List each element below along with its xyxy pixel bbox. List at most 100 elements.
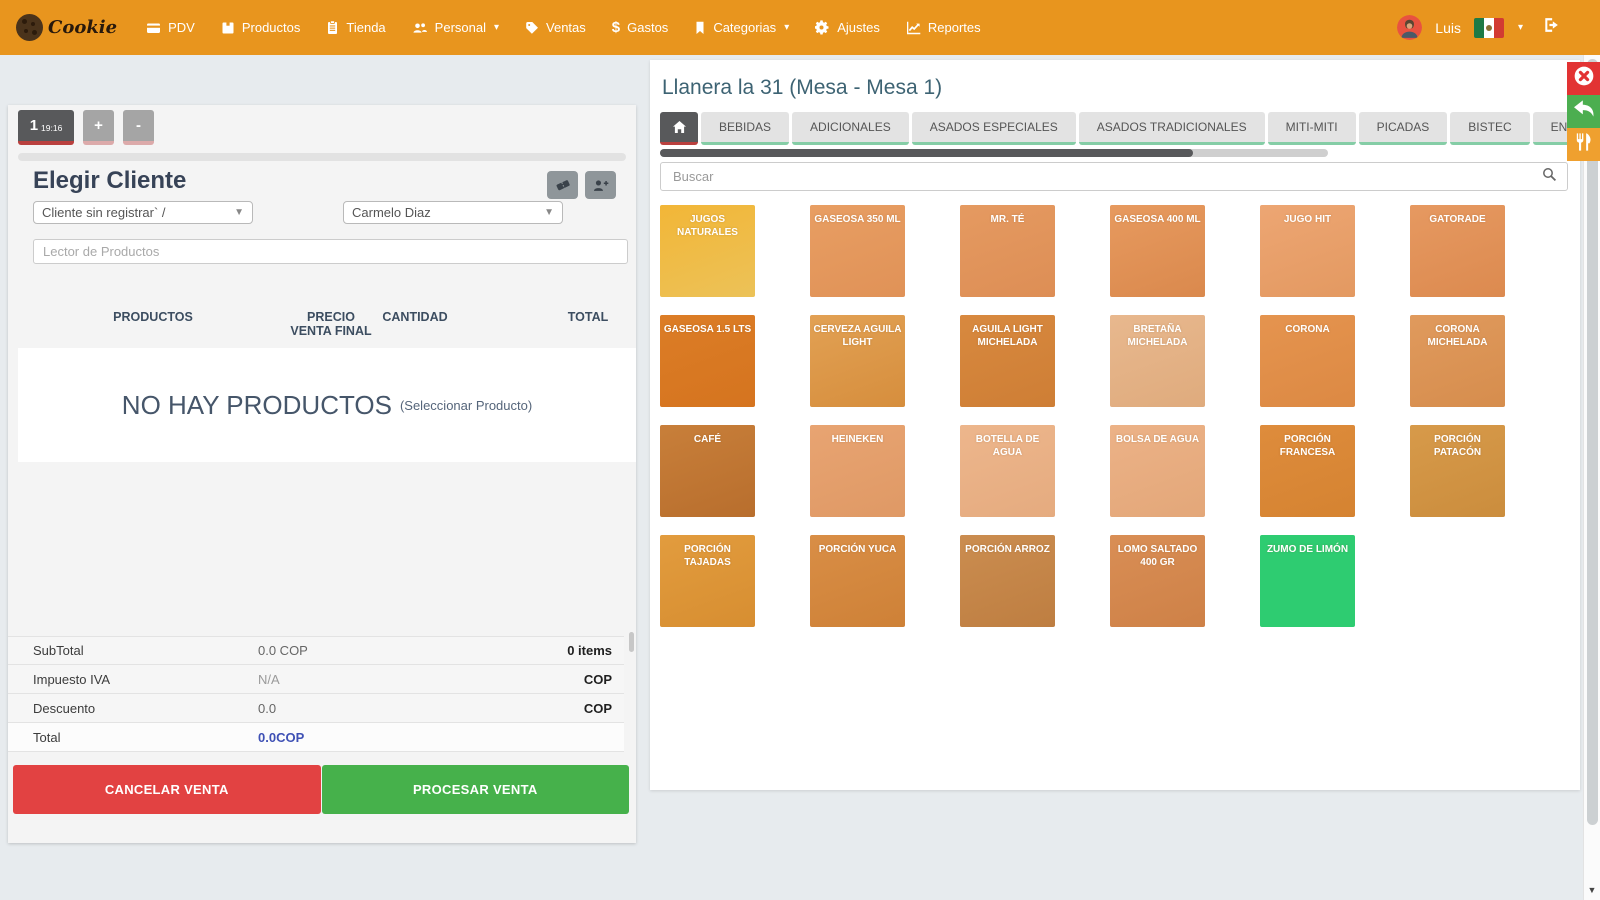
totals-label: Descuento: [33, 701, 258, 716]
product-card-gaseosa-1-5-lts[interactable]: GASEOSA 1.5 LTS: [660, 315, 755, 407]
category-tabs-scrollbar-thumb[interactable]: [660, 149, 1193, 157]
product-card-gatorade[interactable]: GATORADE: [1410, 205, 1505, 297]
product-name: LOMO SALTADO 400 GR: [1110, 544, 1205, 627]
client-select[interactable]: Cliente sin registrar` / ▼: [33, 201, 253, 224]
product-card-heineken[interactable]: HEINEKEN: [810, 425, 905, 517]
chart-line-icon: [906, 21, 921, 35]
back-button[interactable]: [1567, 95, 1600, 128]
product-card-jugo-hit[interactable]: JUGO HIT: [1260, 205, 1355, 297]
product-card-porción-patacón[interactable]: PORCIÓN PATACÓN: [1410, 425, 1505, 517]
totals-right-value: COP: [584, 672, 612, 687]
sale-tab-time: 19:16: [41, 123, 62, 133]
sale-tabs-scrollbar[interactable]: [18, 153, 626, 161]
product-card-jugos-naturales[interactable]: JUGOS NATURALES: [660, 205, 755, 297]
nav-item-ventas[interactable]: Ventas: [512, 0, 599, 55]
product-name: BRETAÑA MICHELADA: [1110, 324, 1205, 407]
mexico-flag-icon[interactable]: [1474, 18, 1504, 38]
nav-item-tienda[interactable]: Tienda: [313, 0, 398, 55]
utensils-icon: [1574, 132, 1594, 157]
cancel-sale-button[interactable]: CANCELAR VENTA: [13, 765, 321, 814]
column-header: PRODUCTOS: [38, 311, 268, 325]
chevron-down-icon: ▾: [494, 22, 499, 33]
product-reader-input[interactable]: [33, 239, 628, 264]
nav-item-categorias[interactable]: Categorias▾: [681, 0, 802, 55]
users-icon: [412, 21, 428, 35]
sale-panel-scrollbar-thumb[interactable]: [629, 632, 634, 652]
add-client-button[interactable]: [585, 171, 616, 199]
product-name: MR. TÉ: [989, 214, 1027, 297]
totals-right-value: COP: [584, 701, 612, 716]
product-card-lomo-saltado-400-gr[interactable]: LOMO SALTADO 400 GR: [1110, 535, 1205, 627]
product-name: CAFÉ: [692, 434, 723, 517]
box-icon: [221, 21, 235, 35]
product-card-corona[interactable]: CORONA: [1260, 315, 1355, 407]
category-tab-asados-tradicionales[interactable]: ASADOS TRADICIONALES: [1079, 112, 1265, 145]
search-icon[interactable]: [1542, 167, 1557, 187]
close-sale-button[interactable]: [1567, 62, 1600, 95]
search-input[interactable]: [671, 168, 1542, 185]
category-tab-home[interactable]: [660, 112, 698, 145]
user-avatar[interactable]: [1397, 15, 1422, 40]
user-name[interactable]: Luis: [1435, 20, 1461, 36]
product-card-café[interactable]: CAFÉ: [660, 425, 755, 517]
product-card-gaseosa-350-ml[interactable]: GASEOSA 350 ML: [810, 205, 905, 297]
nav-item-ajustes[interactable]: Ajustes: [802, 0, 893, 55]
product-card-porción-arroz[interactable]: PORCIÓN ARROZ: [960, 535, 1055, 627]
totals-label: Impuesto IVA: [33, 672, 258, 687]
category-tab-miti-miti[interactable]: MITI-MITI: [1268, 112, 1356, 145]
product-name: JUGO HIT: [1282, 214, 1333, 297]
nav-item-label: Reportes: [928, 20, 981, 35]
nav-item-label: Tienda: [346, 20, 385, 35]
product-card-gaseosa-400-ml[interactable]: GASEOSA 400 ML: [1110, 205, 1205, 297]
scrollbar-down-arrow-icon[interactable]: ▼: [1584, 885, 1600, 895]
tables-button[interactable]: [1567, 128, 1600, 161]
category-tab-picadas[interactable]: PICADAS: [1359, 112, 1448, 145]
product-grid: JUGOS NATURALES GASEOSA 350 ML MR. TÉ GASEO…: [660, 205, 1505, 627]
page-scrollbar-thumb[interactable]: [1587, 59, 1598, 825]
nav-item-productos[interactable]: Productos: [208, 0, 314, 55]
nav-item-label: Ventas: [546, 20, 586, 35]
sale-tab-1[interactable]: 1 19:16: [18, 110, 74, 145]
product-card-porción-tajadas[interactable]: PORCIÓN TAJADAS: [660, 535, 755, 627]
brand-logo[interactable]: Cookie: [16, 14, 117, 41]
product-name: JUGOS NATURALES: [660, 214, 755, 297]
product-card-aguila-light-michelada[interactable]: AGUILA LIGHT MICHELADA: [960, 315, 1055, 407]
nav-item-pdv[interactable]: PDV: [133, 0, 208, 55]
category-tab-asados-especiales[interactable]: ASADOS ESPECIALES: [912, 112, 1076, 145]
product-name: HEINEKEN: [830, 434, 886, 517]
category-tab-bebidas[interactable]: BEBIDAS: [701, 112, 789, 145]
product-card-bolsa-de-agua[interactable]: BOLSA DE AGUA: [1110, 425, 1205, 517]
category-tab-bistec[interactable]: BISTEC: [1450, 112, 1529, 145]
user-plus-icon: [592, 178, 609, 193]
sale-panel: 1 19:16 + - Elegir Cliente Cliente sin r…: [8, 105, 636, 843]
credit-card-icon: [146, 21, 161, 35]
product-card-mr-té[interactable]: MR. TÉ: [960, 205, 1055, 297]
page-scrollbar[interactable]: ▼: [1583, 55, 1600, 900]
seller-select[interactable]: Carmelo Diaz ▼: [343, 201, 563, 224]
language-caret-icon[interactable]: ▾: [1518, 22, 1523, 33]
product-name: CORONA MICHELADA: [1410, 324, 1505, 407]
totals-value: 0.0: [258, 701, 584, 716]
nav-item-personal[interactable]: Personal▾: [399, 0, 512, 55]
product-card-botella-de-agua[interactable]: BOTELLA DE AGUA: [960, 425, 1055, 517]
product-card-cerveza-aguila-light[interactable]: CERVEZA AGUILA LIGHT: [810, 315, 905, 407]
remove-sale-tab-button[interactable]: -: [123, 110, 154, 145]
category-tabs-scrollbar[interactable]: [660, 149, 1328, 157]
column-header: PRECIO VENTA FINAL: [285, 311, 377, 339]
product-card-porción-francesa[interactable]: PORCIÓN FRANCESA: [1260, 425, 1355, 517]
logout-icon[interactable]: [1542, 17, 1560, 38]
add-sale-tab-button[interactable]: +: [83, 110, 114, 145]
avatar-person-icon: [1397, 15, 1422, 40]
category-tab-adicionales[interactable]: ADICIONALES: [792, 112, 909, 145]
product-card-corona-michelada[interactable]: CORONA MICHELADA: [1410, 315, 1505, 407]
nav-item-gastos[interactable]: $Gastos: [599, 0, 682, 55]
process-sale-button[interactable]: PROCESAR VENTA: [322, 765, 630, 814]
product-name: AGUILA LIGHT MICHELADA: [960, 324, 1055, 407]
cookie-icon: [16, 14, 43, 41]
nav-item-reportes[interactable]: Reportes: [893, 0, 994, 55]
product-card-porción-yuca[interactable]: PORCIÓN YUCA: [810, 535, 905, 627]
product-card-zumo-de-limón[interactable]: ZUMO DE LIMÓN: [1260, 535, 1355, 627]
product-card-bretaña-michelada[interactable]: BRETAÑA MICHELADA: [1110, 315, 1205, 407]
ticket-button[interactable]: [547, 171, 578, 199]
product-name: CERVEZA AGUILA LIGHT: [810, 324, 905, 407]
